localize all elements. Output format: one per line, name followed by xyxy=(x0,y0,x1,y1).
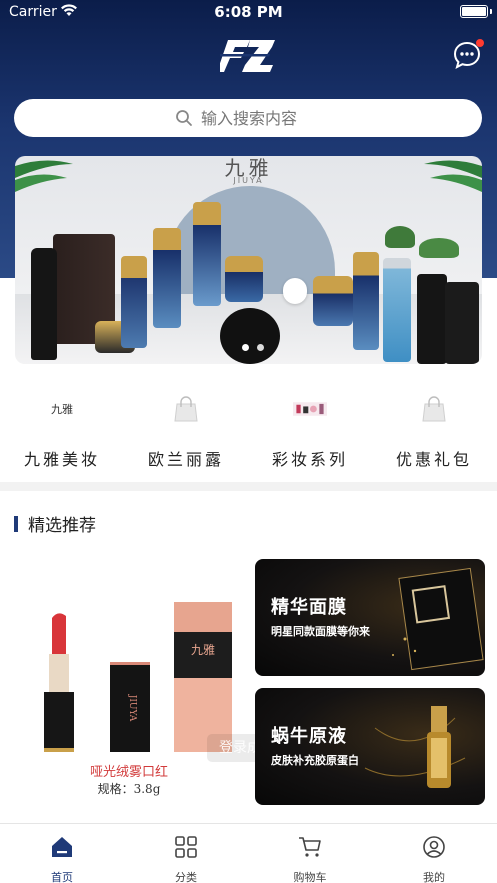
category-grid: 九雅 九雅美妆 欧兰丽露 彩妆系列 优惠礼包 xyxy=(0,384,497,474)
section-header: 精选推荐 xyxy=(14,511,96,536)
featured-product-card[interactable]: JIUYA 九雅 哑光绒雾口红 规格：3.8g xyxy=(14,558,244,804)
promo-card-serum[interactable]: 蜗牛原液 皮肤补充胶原蛋白 xyxy=(255,688,485,805)
unread-badge xyxy=(476,39,484,47)
product-box xyxy=(445,282,479,364)
carousel-dot[interactable] xyxy=(257,344,264,351)
cart-icon xyxy=(299,837,321,857)
promo-card-mask[interactable]: 精华面膜 明星同款面膜等你来 xyxy=(255,559,485,676)
carousel-indicator xyxy=(242,344,264,351)
search-input[interactable] xyxy=(201,108,321,128)
clock: 6:08 PM xyxy=(214,3,283,21)
product-jar xyxy=(225,256,263,302)
section-divider xyxy=(0,482,497,491)
box-side-text: JIUYA xyxy=(127,694,137,722)
tab-cart[interactable]: 购物车 xyxy=(248,824,372,883)
battery-icon xyxy=(460,5,492,18)
tab-label: 购物车 xyxy=(293,871,327,883)
section-accent-bar xyxy=(14,515,18,532)
category-item[interactable]: 优惠礼包 xyxy=(372,384,496,470)
category-label: 优惠礼包 xyxy=(395,450,472,469)
brand-logo xyxy=(220,40,275,72)
tab-label: 分类 xyxy=(175,871,197,883)
palm-leaf-icon xyxy=(15,160,73,192)
promo-card-subtitle: 皮肤补充胶原蛋白 xyxy=(271,754,359,767)
tab-label: 我的 xyxy=(423,871,445,883)
promo-card-title: 蜗牛原液 xyxy=(271,726,347,747)
promo-banner[interactable]: 九雅 JIUYA xyxy=(15,156,482,364)
category-item[interactable]: 欧兰丽露 xyxy=(124,384,248,470)
grid-icon xyxy=(175,836,197,858)
promo-card-title: 精华面膜 xyxy=(271,597,347,618)
product-spec: 规格：3.8g xyxy=(97,782,161,796)
search-bar[interactable] xyxy=(14,99,482,137)
bottom-tab-bar: 首页 分类 购物车 我的 xyxy=(0,823,497,883)
product-tube xyxy=(417,274,447,364)
tab-profile[interactable]: 我的 xyxy=(372,824,496,883)
profile-icon xyxy=(423,836,445,858)
product-bottle xyxy=(193,202,221,306)
box-brand-text: 九雅 xyxy=(191,642,215,657)
product-bottle xyxy=(353,252,379,350)
category-label: 九雅美妆 xyxy=(23,450,100,469)
category-label: 彩妆系列 xyxy=(271,450,348,469)
banner-brand-sub: JIUYA xyxy=(233,176,264,185)
category-item[interactable]: 九雅 九雅美妆 xyxy=(0,384,124,470)
product-compact xyxy=(220,308,280,364)
jiuya-logo-thumb: 九雅 xyxy=(45,392,79,426)
section-title: 精选推荐 xyxy=(28,516,96,536)
product-title: 哑光绒雾口红 xyxy=(89,765,168,780)
palm-leaf-icon xyxy=(424,160,482,192)
search-icon xyxy=(176,110,192,126)
product-jar xyxy=(313,276,353,326)
promo-card-subtitle: 明星同款面膜等你来 xyxy=(271,625,370,638)
category-item[interactable]: 彩妆系列 xyxy=(248,384,372,470)
product-bottle xyxy=(153,228,181,328)
status-bar: Carrier 6:08 PM xyxy=(0,0,497,24)
product-tube xyxy=(31,248,57,360)
lipstick-product-image: JIUYA 九雅 xyxy=(44,602,232,752)
shopping-bag-icon xyxy=(169,392,203,426)
product-bottle xyxy=(121,256,147,348)
carousel-dot[interactable] xyxy=(242,344,249,351)
home-icon xyxy=(52,837,72,857)
tab-home[interactable]: 首页 xyxy=(0,824,124,883)
product-cap xyxy=(283,278,307,304)
shopping-bag-icon xyxy=(417,392,451,426)
svg-text:九雅: 九雅 xyxy=(51,402,73,416)
category-label: 欧兰丽露 xyxy=(147,450,224,469)
tab-label: 首页 xyxy=(51,871,73,883)
cosmetics-thumb xyxy=(293,392,327,426)
plant-icon xyxy=(419,238,459,258)
tab-category[interactable]: 分类 xyxy=(124,824,248,883)
plant-icon xyxy=(385,226,415,248)
product-bottle-clear xyxy=(383,258,411,362)
